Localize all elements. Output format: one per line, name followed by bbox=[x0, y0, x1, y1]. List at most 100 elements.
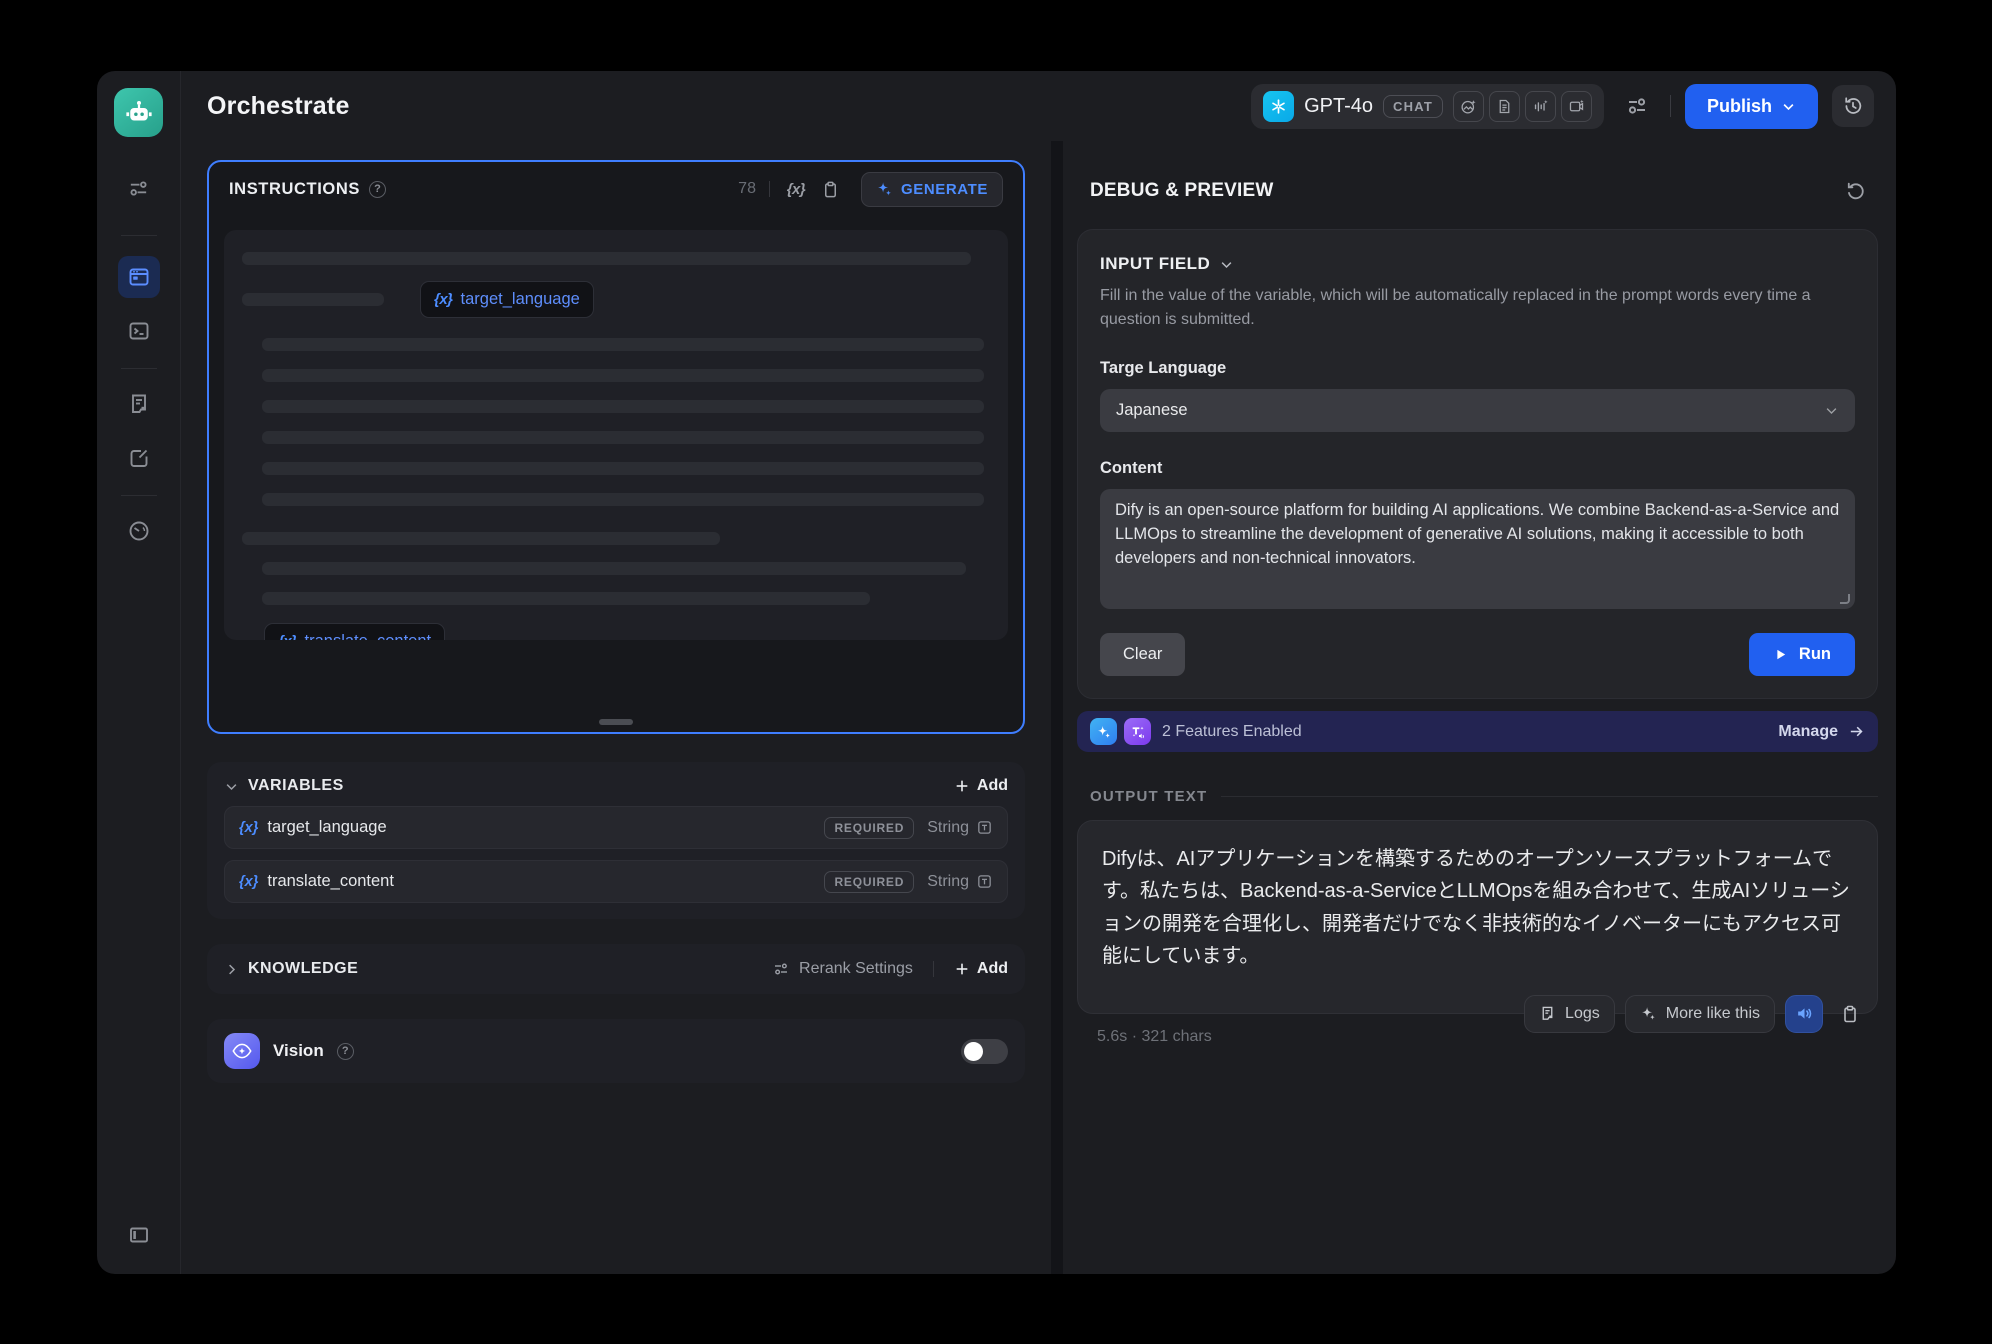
add-label: Add bbox=[977, 777, 1008, 795]
skeleton-line bbox=[262, 493, 984, 506]
skeleton-line bbox=[262, 592, 870, 605]
target-language-value: Japanese bbox=[1116, 401, 1188, 420]
rerank-settings-button[interactable]: Rerank Settings bbox=[772, 960, 913, 978]
string-type-icon[interactable] bbox=[976, 819, 993, 836]
clear-button[interactable]: Clear bbox=[1100, 633, 1185, 676]
document-capability-icon bbox=[1489, 91, 1520, 122]
resize-handle[interactable] bbox=[599, 719, 633, 725]
arrow-right-icon bbox=[1848, 723, 1865, 740]
version-history-button[interactable] bbox=[1832, 85, 1874, 127]
rail-divider bbox=[121, 495, 157, 496]
skeleton-line bbox=[262, 562, 966, 575]
rail-divider bbox=[121, 368, 157, 369]
debug-preview-pane: DEBUG & PREVIEW INPUT FIELD Fill in the … bbox=[1063, 141, 1896, 1274]
variable-tag-target-language[interactable]: {x}target_language bbox=[420, 281, 594, 318]
sidebar-item-orchestrate[interactable] bbox=[118, 256, 160, 298]
sidebar-item-terminal[interactable] bbox=[118, 310, 160, 352]
instructions-editor[interactable]: INSTRUCTIONS ? 78 {x} GENERATE bbox=[207, 160, 1025, 734]
orchestrate-settings-icon[interactable] bbox=[118, 167, 160, 209]
run-button[interactable]: Run bbox=[1749, 633, 1855, 676]
chevron-right-icon[interactable] bbox=[224, 962, 239, 977]
vision-capability-icon bbox=[1453, 91, 1484, 122]
skeleton-line bbox=[242, 532, 720, 545]
plus-icon bbox=[954, 961, 970, 977]
skeleton-line bbox=[262, 338, 984, 351]
skeleton-line bbox=[262, 462, 984, 475]
openai-logo-icon bbox=[1263, 91, 1294, 122]
sliders-icon bbox=[772, 960, 790, 978]
page-title: Orchestrate bbox=[207, 92, 350, 121]
header-divider bbox=[769, 181, 770, 197]
input-field-header[interactable]: INPUT FIELD bbox=[1100, 254, 1855, 274]
history-icon bbox=[1842, 95, 1864, 117]
sidebar-item-annotations[interactable] bbox=[118, 437, 160, 479]
publish-button[interactable]: Publish bbox=[1685, 84, 1818, 129]
model-capability-icons bbox=[1453, 91, 1592, 122]
content-input[interactable]: Dify is an open-source platform for buil… bbox=[1100, 489, 1855, 609]
chevron-down-icon bbox=[1219, 257, 1234, 272]
variable-row-target-language[interactable]: {x} target_language REQUIRED String bbox=[224, 806, 1008, 849]
rerank-label: Rerank Settings bbox=[799, 960, 913, 978]
target-language-select[interactable]: Japanese bbox=[1100, 389, 1855, 432]
copy-prompt-icon[interactable] bbox=[818, 176, 844, 202]
output-text: Difyは、AIアプリケーションを構築するためのオープンソースプラットフォームで… bbox=[1102, 843, 1853, 973]
variable-row-translate-content[interactable]: {x} translate_content REQUIRED String bbox=[224, 860, 1008, 903]
help-icon[interactable]: ? bbox=[369, 181, 386, 198]
topbar-divider bbox=[1670, 95, 1671, 117]
text-to-speech-button[interactable] bbox=[1785, 995, 1823, 1033]
prompt-skeleton: {x}target_language {x}translate_content bbox=[224, 230, 1008, 640]
sidebar-item-monitoring[interactable] bbox=[118, 510, 160, 552]
skeleton-line bbox=[242, 293, 384, 306]
features-bar[interactable]: 2 Features Enabled Manage bbox=[1077, 711, 1878, 752]
add-knowledge-button[interactable]: Add bbox=[954, 960, 1008, 978]
features-enabled-label: 2 Features Enabled bbox=[1162, 723, 1302, 741]
knowledge-title: KNOWLEDGE bbox=[248, 960, 358, 978]
insert-variable-icon[interactable]: {x} bbox=[783, 176, 809, 202]
opening-feature-icon bbox=[1090, 718, 1117, 745]
plus-icon bbox=[954, 778, 970, 794]
speaker-icon bbox=[1795, 1004, 1814, 1023]
sidebar-item-logs[interactable] bbox=[118, 383, 160, 425]
vision-feature-icon bbox=[224, 1033, 260, 1069]
knowledge-section: KNOWLEDGE Rerank Settings Add bbox=[207, 944, 1025, 994]
audio-capability-icon bbox=[1525, 91, 1556, 122]
more-like-this-button[interactable]: More like this bbox=[1625, 995, 1775, 1033]
input-field-title: INPUT FIELD bbox=[1100, 254, 1210, 274]
pane-resize-divider[interactable] bbox=[1051, 141, 1063, 1274]
left-rail bbox=[97, 71, 181, 1274]
header-divider bbox=[933, 961, 934, 977]
orchestrate-pane: INSTRUCTIONS ? 78 {x} GENERATE bbox=[181, 141, 1051, 1274]
copy-output-button[interactable] bbox=[1833, 995, 1867, 1033]
debug-preview-title: DEBUG & PREVIEW bbox=[1090, 180, 1274, 202]
generate-button[interactable]: GENERATE bbox=[861, 172, 1003, 207]
vision-toggle[interactable] bbox=[961, 1039, 1008, 1064]
skeleton-line bbox=[262, 431, 984, 444]
input-field-description: Fill in the value of the variable, which… bbox=[1100, 284, 1840, 332]
chevron-down-icon[interactable] bbox=[224, 779, 239, 794]
add-variable-button[interactable]: Add bbox=[954, 777, 1008, 795]
logs-button[interactable]: Logs bbox=[1524, 995, 1615, 1033]
required-badge: REQUIRED bbox=[824, 817, 914, 839]
variable-tag-translate-content[interactable]: {x}translate_content bbox=[264, 623, 445, 640]
collapse-sidebar-icon[interactable] bbox=[118, 1214, 160, 1256]
variable-type: String bbox=[927, 873, 993, 891]
output-divider bbox=[1221, 796, 1878, 797]
instructions-title: INSTRUCTIONS bbox=[229, 180, 360, 199]
reset-conversation-button[interactable] bbox=[1838, 174, 1872, 208]
app-robot-icon[interactable] bbox=[114, 88, 163, 137]
output-card: Difyは、AIアプリケーションを構築するためのオープンソースプラットフォームで… bbox=[1077, 820, 1878, 1014]
manage-features-button[interactable]: Manage bbox=[1778, 723, 1865, 741]
rail-divider bbox=[121, 235, 157, 236]
model-mode-badge: CHAT bbox=[1383, 95, 1443, 118]
model-selector[interactable]: GPT-4o CHAT bbox=[1251, 84, 1604, 129]
model-name: GPT-4o bbox=[1304, 95, 1373, 118]
variables-section: VARIABLES Add {x} target_language REQUIR… bbox=[207, 762, 1025, 919]
output-actions: Logs More like this bbox=[1524, 995, 1867, 1033]
model-parameters-icon[interactable] bbox=[1618, 87, 1656, 125]
play-icon bbox=[1773, 647, 1788, 662]
logs-icon bbox=[1539, 1005, 1556, 1022]
string-type-icon[interactable] bbox=[976, 873, 993, 890]
help-icon[interactable]: ? bbox=[337, 1043, 354, 1060]
chevron-down-icon bbox=[1781, 99, 1796, 114]
vision-section: Vision ? bbox=[207, 1019, 1025, 1083]
